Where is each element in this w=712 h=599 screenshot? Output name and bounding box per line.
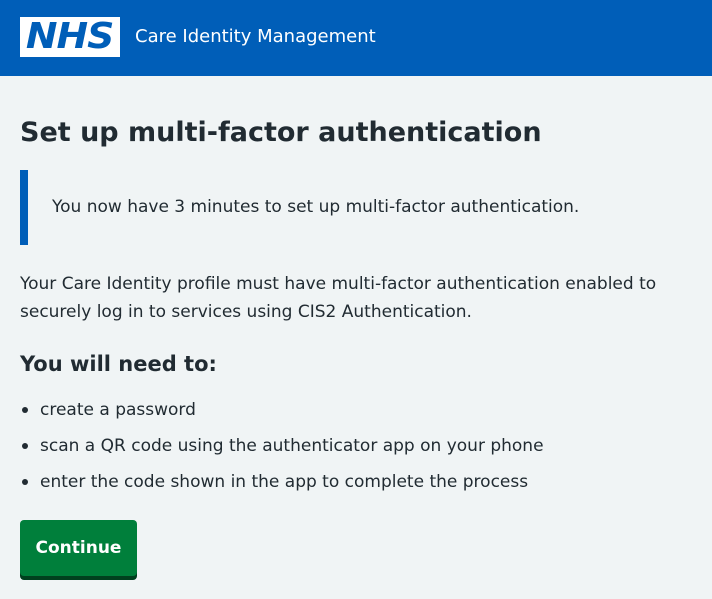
inset-text: You now have 3 minutes to set up multi-f… xyxy=(52,197,580,217)
intro-paragraph: Your Care Identity profile must have mul… xyxy=(20,274,657,322)
page-title: Set up multi-factor authentication xyxy=(20,117,542,148)
list-item: scan a QR code using the authenticator a… xyxy=(20,434,544,470)
requirements-heading: You will need to: xyxy=(20,352,217,376)
service-name[interactable]: Care Identity Management xyxy=(135,26,376,48)
requirements-list: create a password scan a QR code using t… xyxy=(20,398,544,506)
bullet-icon xyxy=(22,443,28,449)
nhs-logo-text: NHS xyxy=(26,16,114,57)
list-item-text: enter the code shown in the app to compl… xyxy=(40,472,529,492)
bullet-icon xyxy=(22,407,28,413)
list-item: enter the code shown in the app to compl… xyxy=(20,470,544,506)
nhs-logo[interactable]: NHS xyxy=(20,17,120,57)
list-item-text: create a password xyxy=(40,400,196,420)
inset-text-panel: You now have 3 minutes to set up multi-f… xyxy=(20,170,700,245)
list-item: create a password xyxy=(20,398,544,434)
list-item-text: scan a QR code using the authenticator a… xyxy=(40,436,544,456)
continue-button[interactable]: Continue xyxy=(20,520,137,576)
bullet-icon xyxy=(22,479,28,485)
site-header: NHS Care Identity Management xyxy=(0,0,712,76)
